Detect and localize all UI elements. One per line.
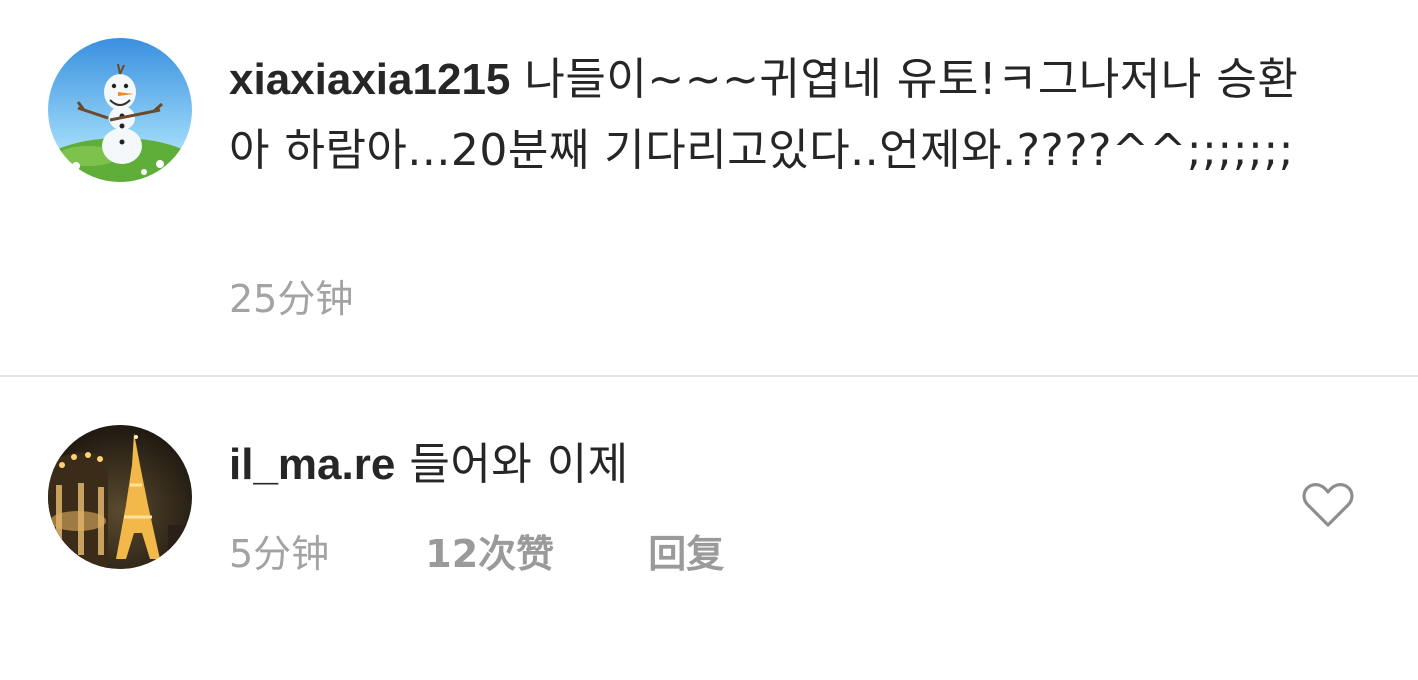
snowman-avatar[interactable]: [48, 38, 192, 182]
eiffel-tower-avatar-image: [48, 425, 192, 569]
snowman-avatar-image: [48, 38, 192, 182]
comment-text-block: il_ma.re 들어와 이제: [229, 429, 1229, 500]
comment-username[interactable]: xiaxiaxia1215: [229, 55, 510, 104]
eiffel-tower-avatar[interactable]: [48, 425, 192, 569]
comment-username[interactable]: il_ma.re: [229, 440, 395, 489]
heart-icon[interactable]: [1302, 482, 1354, 528]
comment-item: xiaxiaxia1215 나들이~~~귀엽네 유토!ㅋ그나저나 승환아 하람아.…: [0, 0, 1418, 376]
comment-item: il_ma.re 들어와 이제 5分钟 12次赞 回复: [0, 377, 1418, 680]
comment-meta: 5分钟 12次赞 回复: [229, 529, 724, 579]
reply-button[interactable]: 回复: [648, 529, 724, 579]
comment-text-block: xiaxiaxia1215 나들이~~~귀엽네 유토!ㅋ그나저나 승환아 하람아.…: [229, 44, 1319, 186]
comment-body: 들어와 이제: [409, 439, 629, 490]
comment-meta: 25分钟: [229, 274, 353, 324]
comment-timestamp: 25分钟: [229, 277, 354, 321]
comment-timestamp: 5分钟: [229, 532, 330, 576]
comments-screen: xiaxiaxia1215 나들이~~~귀엽네 유토!ㅋ그나저나 승환아 하람아.…: [0, 0, 1418, 680]
likes-count-link[interactable]: 12次赞: [425, 529, 554, 579]
